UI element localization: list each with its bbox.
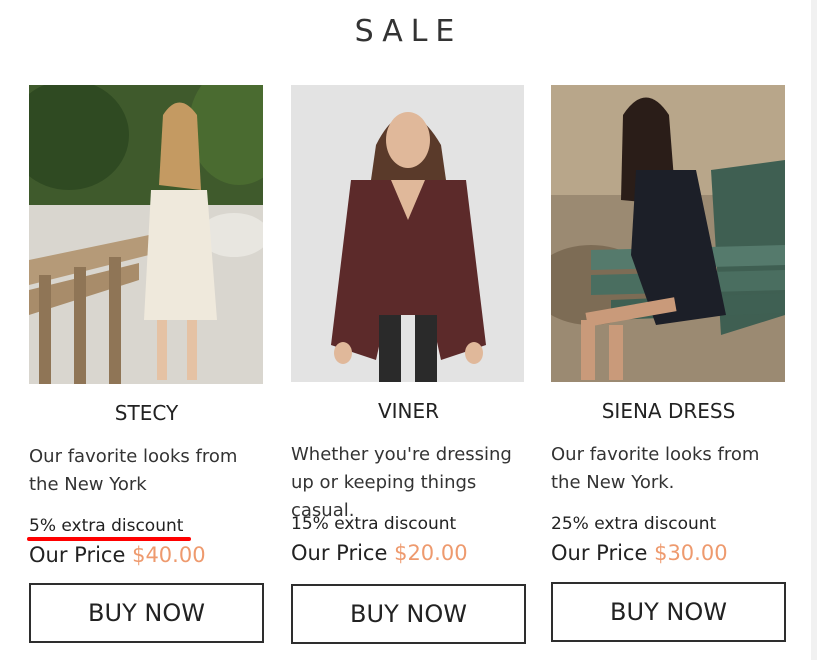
price-value: $30.00	[654, 541, 728, 565]
discount-text: 25% extra discount	[551, 514, 717, 534]
price-label: Our Price	[551, 541, 648, 565]
product-card-siena-dress: SIENA DRESS Our favorite looks from the …	[551, 0, 786, 660]
price-label: Our Price	[291, 541, 388, 565]
product-name: STECY	[114, 401, 179, 425]
product-image[interactable]	[29, 85, 263, 384]
product-image[interactable]	[291, 85, 524, 382]
discount-highlight-underline	[27, 537, 191, 541]
product-description: Our favorite looks from the New York.	[551, 444, 760, 493]
discount-text: 15% extra discount	[291, 514, 457, 534]
price-value: $20.00	[394, 541, 468, 565]
product-image[interactable]	[551, 85, 785, 382]
price-line: Our Price $30.00	[551, 541, 728, 565]
price-line: Our Price $20.00	[291, 541, 468, 565]
price-value: $40.00	[132, 543, 206, 567]
product-description: Our favorite looks from the New York	[29, 446, 238, 495]
product-name: VINER	[377, 399, 440, 423]
buy-now-button[interactable]: BUY NOW	[551, 582, 786, 642]
discount-text: 5% extra discount	[29, 516, 184, 536]
buy-now-button[interactable]: BUY NOW	[291, 584, 526, 644]
product-description: Whether you're dressing up or keeping th…	[291, 444, 512, 521]
price-label: Our Price	[29, 543, 126, 567]
price-line: Our Price $40.00	[29, 543, 206, 567]
buy-now-button[interactable]: BUY NOW	[29, 583, 264, 643]
product-name: SIENA DRESS	[601, 399, 736, 423]
product-card-viner: VINER Whether you're dressing up or keep…	[291, 0, 526, 660]
product-card-stecy: STECY Our favorite looks from the New Yo…	[27, 0, 264, 660]
